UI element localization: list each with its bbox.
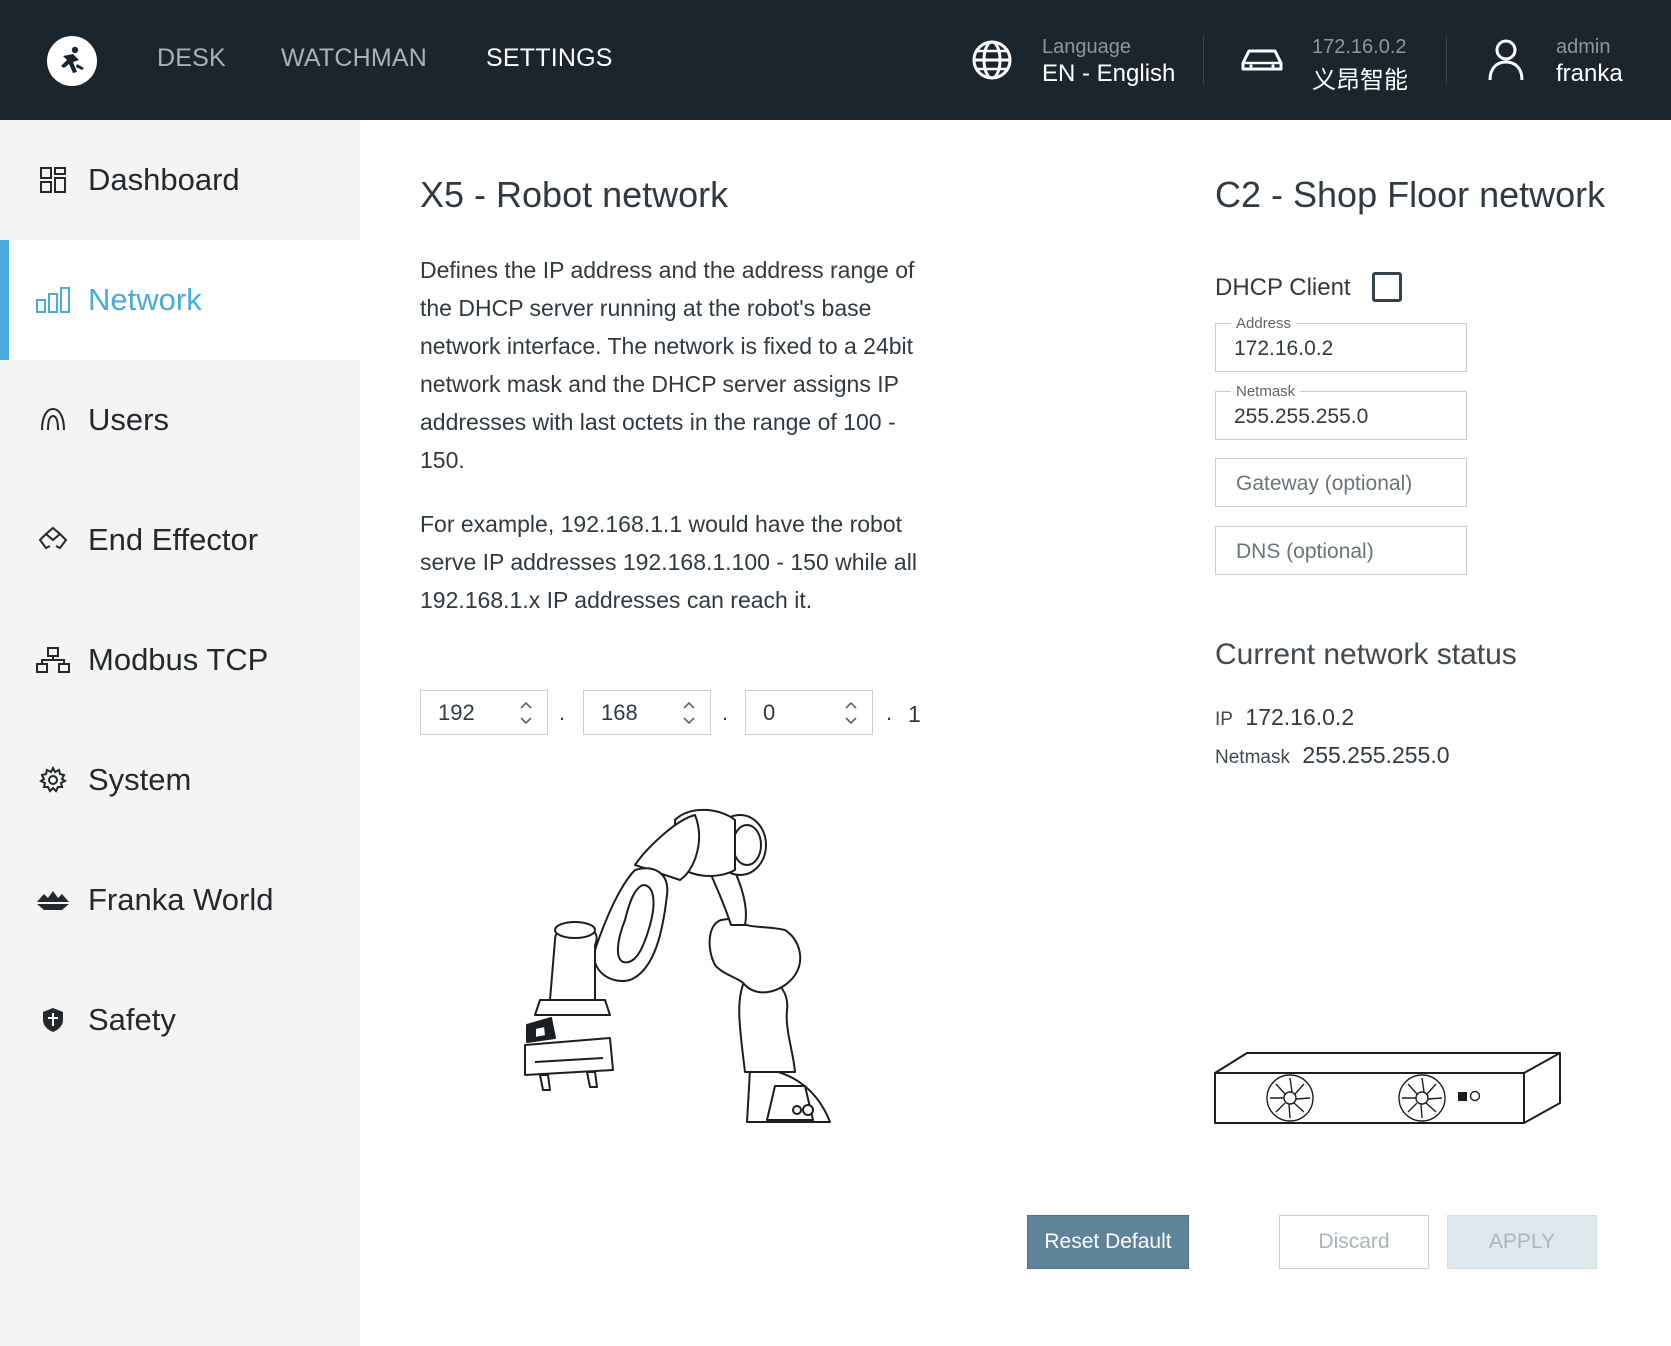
ip-octet-4-fixed: 1 [908,701,921,727]
address-field[interactable]: Address 172.16.0.2 [1215,315,1467,372]
ip-octet-3-input[interactable]: 0 [745,690,873,735]
sidebar-item-label: Safety [88,1002,176,1037]
ip-octet-2-input[interactable]: 168 [583,690,711,735]
status-ip-label: IP [1215,709,1233,730]
sidebar-item-label: Network [88,282,202,317]
sidebar-item-network[interactable]: Network [0,240,360,360]
language-selector[interactable]: Language EN - English [970,36,1190,90]
ip-octet-value: 192 [438,700,475,725]
franka-world-icon [36,883,70,917]
sidebar-item-end-effector[interactable]: End Effector [0,480,360,600]
sidebar-item-label: Modbus TCP [88,642,269,677]
status-netmask-label: Netmask [1215,747,1290,768]
ip-octet-value: 168 [601,700,638,725]
gateway-field[interactable]: Gateway (optional) [1215,458,1467,507]
apply-button[interactable]: APPLY [1447,1215,1597,1269]
user-role: admin [1556,36,1611,58]
modbus-icon [36,643,70,677]
sidebar-item-label: Dashboard [88,162,240,197]
ip-separator: . [886,700,893,725]
divider [1446,36,1447,84]
spinner-icon[interactable] [844,697,858,729]
netmask-value: 255.255.255.0 [1234,405,1369,428]
ip-separator: . [559,700,566,725]
status-netmask-value: 255.255.255.0 [1302,742,1450,768]
dhcp-client-checkbox[interactable] [1372,272,1402,302]
nav-settings[interactable]: SETTINGS [486,44,613,73]
ip-octet-value: 0 [763,700,776,725]
address-label: Address [1231,315,1297,332]
dashboard-icon [36,163,70,197]
franka-logo[interactable] [47,36,97,86]
globe-icon [970,38,1014,82]
spinner-icon[interactable] [682,697,696,729]
sidebar-item-label: System [88,762,192,797]
status-ip-value: 172.16.0.2 [1245,704,1355,730]
shop-floor-network-title: C2 - Shop Floor network [1215,174,1606,215]
robot-name: 义昂智能 [1312,67,1408,94]
reset-default-button[interactable]: Reset Default [1027,1215,1189,1269]
sidebar-item-modbus-tcp[interactable]: Modbus TCP [0,600,360,720]
nav-watchman[interactable]: WATCHMAN [281,44,427,73]
ip-separator: . [722,700,729,725]
sidebar-item-users[interactable]: Users [0,360,360,480]
sidebar-item-label: Franka World [88,882,274,917]
sidebar-item-label: End Effector [88,522,259,557]
sidebar-item-label: Users [88,402,169,437]
network-icon [36,283,70,317]
robot-network-example: For example, 192.168.1.1 would have the … [420,511,917,613]
user-name: franka [1556,60,1623,87]
control-box-illustration [1214,1052,1561,1124]
gateway-placeholder: Gateway (optional) [1236,472,1413,495]
divider [1203,36,1204,84]
robot-ip: 172.16.0.2 [1312,36,1407,58]
robot-selector[interactable]: 172.16.0.2 义昂智能 [1240,36,1420,94]
nav-desk[interactable]: DESK [157,44,226,73]
gear-icon [36,763,70,797]
dhcp-client-label: DHCP Client [1215,274,1351,301]
dns-placeholder: DNS (optional) [1236,540,1374,563]
user-menu[interactable]: admin franka [1484,36,1654,90]
robot-network-title: X5 - Robot network [420,174,729,215]
language-value: EN - English [1042,60,1176,87]
robot-network-description: Defines the IP address and the address r… [420,257,915,473]
discard-button[interactable]: Discard [1279,1215,1429,1269]
dns-field[interactable]: DNS (optional) [1215,526,1467,575]
address-value: 172.16.0.2 [1234,337,1334,360]
shield-icon [36,1003,70,1037]
user-icon [1484,38,1528,82]
netmask-field[interactable]: Netmask 255.255.255.0 [1215,383,1467,440]
franka-logo-icon [61,46,84,73]
language-label: Language [1042,36,1131,58]
status-netmask-row: Netmask 255.255.255.0 [1215,742,1450,769]
sidebar-item-safety[interactable]: Safety [0,960,360,1080]
users-icon [36,403,70,437]
robot-arm-illustration [524,808,831,1123]
robot-control-icon [1240,38,1284,82]
sidebar-item-franka-world[interactable]: Franka World [0,840,360,960]
sidebar-item-dashboard[interactable]: Dashboard [0,120,360,240]
spinner-icon[interactable] [519,697,533,729]
netmask-label: Netmask [1231,383,1301,400]
network-status-title: Current network status [1215,638,1517,671]
end-effector-icon [36,523,70,557]
sidebar-item-system[interactable]: System [0,720,360,840]
ip-octet-1-input[interactable]: 192 [420,690,548,735]
status-ip-row: IP 172.16.0.2 [1215,704,1354,731]
top-bar: DESK WATCHMAN SETTINGS Language EN - Eng… [0,0,1671,120]
sidebar: Dashboard Network Users End Effector Mod… [0,120,360,1346]
